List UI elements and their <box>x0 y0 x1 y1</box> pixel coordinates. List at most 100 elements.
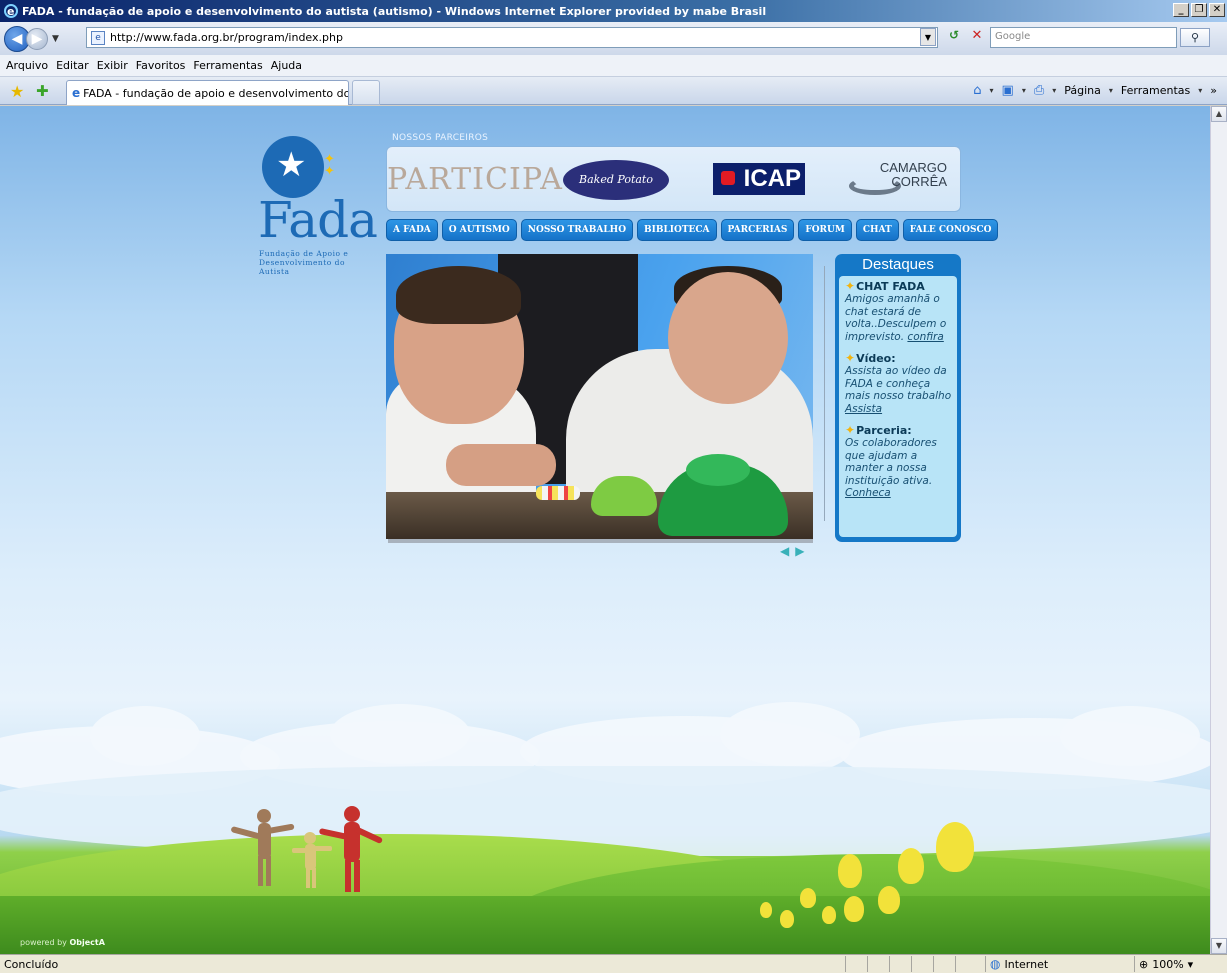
menu-favoritos[interactable]: Favoritos <box>136 59 186 72</box>
tulip <box>838 854 862 888</box>
destaque-item: ✦ Parceria: Os colaboradores que ajudam a… <box>845 423 954 500</box>
tools-menu-button[interactable]: Ferramentas <box>1121 84 1190 97</box>
tools-dropdown-icon[interactable]: ▾ <box>1198 86 1202 95</box>
divider <box>824 266 825 521</box>
status-text: Concluído <box>4 957 59 971</box>
tab-fada[interactable]: e FADA - fundação de apoio e desenvolvim… <box>66 80 349 105</box>
destaque-text: Assista ao vídeo da FADA e conheça mais … <box>845 365 952 402</box>
nav-fale-conosco[interactable]: FALE CONOSCO <box>902 219 999 241</box>
zoom-icon: ⊕ <box>1139 957 1149 971</box>
photo-shadow <box>388 539 813 543</box>
destaque-text: Os colaboradores que ajudam a manter a n… <box>845 437 937 487</box>
tab-title: FADA - fundação de apoio e desenvolvimen… <box>83 86 348 100</box>
partner-baked-potato[interactable]: Baked Potato <box>563 160 669 200</box>
nav-parcerias[interactable]: PARCERIAS <box>720 219 795 241</box>
menu-arquivo[interactable]: Arquivo <box>6 59 48 72</box>
icap-logo-mark <box>721 171 735 185</box>
camargo-line1: CAMARGO <box>879 160 947 175</box>
logo-subtitle: Fundação de Apoio e Desenvolvimento do A… <box>259 249 349 276</box>
new-tab-button[interactable] <box>352 80 380 105</box>
page-dropdown-icon[interactable]: ▾ <box>1109 86 1113 95</box>
menu-editar[interactable]: Editar <box>56 59 89 72</box>
tulip <box>800 888 816 908</box>
maximize-button[interactable]: ❐ <box>1191 3 1207 17</box>
partners-label: NOSSOS PARCEIROS <box>392 133 489 143</box>
nav-a-fada[interactable]: A FADA <box>386 219 438 241</box>
tulip <box>822 906 836 924</box>
destaque-link-confira[interactable]: confira <box>907 331 943 343</box>
powered-by[interactable]: powered by ObjectA <box>20 938 105 947</box>
close-button[interactable]: ✕ <box>1209 3 1225 17</box>
forward-button[interactable]: ▶ <box>26 27 48 50</box>
destaque-link-assista[interactable]: Assista <box>845 403 882 415</box>
destaques-title: Destaques <box>862 256 934 273</box>
destaque-heading: Vídeo: <box>856 351 896 365</box>
print-icon[interactable]: ⎙ <box>1034 83 1044 98</box>
more-chevron-icon[interactable]: » <box>1210 84 1217 97</box>
nav-nosso-trabalho[interactable]: NOSSO TRABALHO <box>520 219 634 241</box>
destaque-item: ✦ CHAT FADA Amigos amanhã o chat estará d… <box>845 279 954 343</box>
tulip <box>844 896 864 922</box>
partner-participa[interactable]: PARTICIPA <box>387 162 563 197</box>
nav-forum[interactable]: FORUM <box>798 219 852 241</box>
address-dropdown-button[interactable]: ▼ <box>920 28 936 46</box>
scroll-up-button[interactable]: ▲ <box>1211 106 1227 122</box>
tulip <box>878 886 900 914</box>
page-icon: e <box>91 30 105 45</box>
site-nav: A FADA O AUTISMO NOSSO TRABALHO BIBLIOTE… <box>386 219 999 241</box>
search-input[interactable]: Google <box>990 27 1177 48</box>
history-dropdown-icon[interactable]: ▼ <box>52 34 59 44</box>
destaque-link-conheca[interactable]: Conheca <box>845 487 891 499</box>
cloud <box>1060 706 1200 766</box>
feeds-dropdown-icon[interactable]: ▾ <box>1022 86 1026 95</box>
menu-bar: Arquivo Editar Exibir Favoritos Ferramen… <box>0 55 1227 77</box>
prev-arrow-icon[interactable]: ◀ <box>780 544 789 558</box>
page-menu-button[interactable]: Página <box>1064 84 1101 97</box>
scroll-down-button[interactable]: ▼ <box>1211 938 1227 954</box>
add-favorites-icon[interactable]: ✚ <box>36 82 49 100</box>
tulip <box>780 910 794 928</box>
status-panes <box>845 956 977 972</box>
security-zone[interactable]: ◍ Internet <box>985 956 1135 972</box>
grass <box>0 896 1210 954</box>
address-url: http://www.fada.org.br/program/index.php <box>110 31 343 44</box>
menu-ferramentas[interactable]: Ferramentas <box>193 59 262 72</box>
destaque-heading: CHAT FADA <box>856 279 925 293</box>
home-dropdown-icon[interactable]: ▾ <box>990 86 994 95</box>
zoom-control[interactable]: ⊕ 100% ▾ <box>1134 956 1227 972</box>
print-dropdown-icon[interactable]: ▾ <box>1052 86 1056 95</box>
tulip <box>936 822 974 872</box>
address-input[interactable]: e http://www.fada.org.br/program/index.p… <box>86 27 938 48</box>
stop-icon[interactable]: ✕ <box>968 28 986 46</box>
zoom-dropdown-icon[interactable]: ▾ <box>1188 958 1194 971</box>
refresh-icon[interactable]: ↺ <box>944 28 964 46</box>
status-bar: Concluído ◍ Internet ⊕ 100% ▾ <box>0 954 1227 973</box>
star-icon: ✦ <box>845 423 856 437</box>
nav-o-autismo[interactable]: O AUTISMO <box>441 219 517 241</box>
menu-exibir[interactable]: Exibir <box>97 59 128 72</box>
feeds-icon[interactable]: ▣ <box>1002 83 1014 98</box>
nav-biblioteca[interactable]: BIBLIOTECA <box>637 219 717 241</box>
partner-icap[interactable]: ICAP <box>713 163 805 195</box>
zone-label: Internet <box>1004 957 1049 971</box>
page-viewport: ★ ✦ ✦ Fada Fundação de Apoio e Desenvolvi… <box>0 106 1210 954</box>
window-title: FADA - fundação de apoio e desenvolvimen… <box>22 4 767 18</box>
ie-logo-icon: e <box>3 3 19 19</box>
minimize-button[interactable]: _ <box>1173 3 1189 17</box>
cloud <box>720 702 860 766</box>
cloud <box>330 704 470 764</box>
menu-ajuda[interactable]: Ajuda <box>271 59 302 72</box>
search-button[interactable]: ⚲ <box>1180 28 1210 47</box>
vertical-scrollbar[interactable]: ▲ ▼ <box>1210 106 1227 954</box>
next-arrow-icon[interactable]: ▶ <box>795 544 804 558</box>
powered-prefix: powered by <box>20 938 67 947</box>
slideshow-arrows: ◀ ▶ <box>780 544 804 558</box>
favorites-star-icon[interactable]: ★ <box>10 82 24 101</box>
destaque-item: ✦ Vídeo: Assista ao vídeo da FADA e conhe… <box>845 351 954 415</box>
home-icon[interactable]: ⌂ <box>973 83 981 98</box>
nav-chat[interactable]: CHAT <box>855 219 899 241</box>
camargo-line2: CORRÊA <box>891 174 947 189</box>
window-titlebar: e FADA - fundação de apoio e desenvolvim… <box>0 0 1227 22</box>
logo-small-stars-icon: ✦ ✦ <box>324 152 335 179</box>
partner-camargo-correa[interactable]: CAMARGO CORRÊA <box>849 161 949 201</box>
